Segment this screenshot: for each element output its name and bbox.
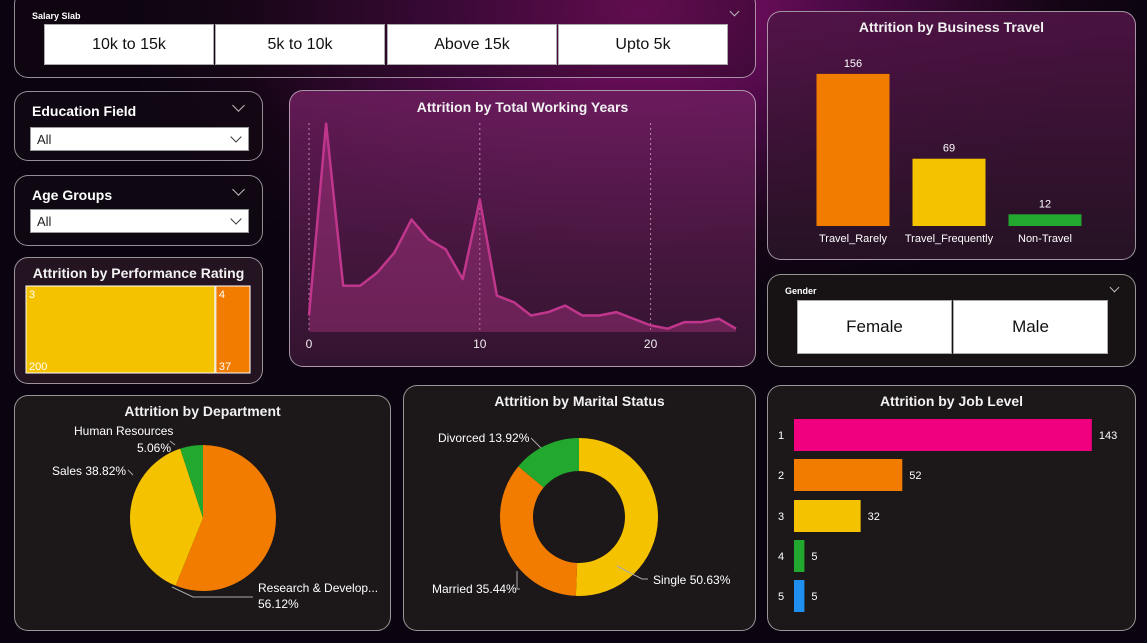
category-label: Travel_Frequently [905,233,994,245]
salary-slab-label: Salary Slab [32,11,81,21]
bar [794,540,805,572]
category-label: 2 [778,470,784,482]
gender-option-male[interactable]: Male [953,300,1108,354]
data-label: 69 [943,143,955,155]
leader-line [127,469,134,476]
data-label: 52 [909,470,921,482]
data-label: 5 [811,591,817,603]
bar [816,73,890,227]
department-card: Attrition by Department Research & Devel… [14,395,391,631]
age-groups-label: Age Groups [32,187,113,203]
category-label: 1 [778,430,784,442]
x-tick-label: 0 [306,337,313,351]
leader-line [530,437,542,449]
leader-line [516,571,520,590]
slice-label: Married 35.44% [432,582,517,596]
slice-label: 56.12% [258,597,299,611]
pie-slice [500,466,578,596]
age-groups-value: All [37,213,52,229]
bar [794,419,1092,451]
department-chart: Research & Develop... 56.12% Sales 38.82% H… [52,424,378,611]
performance-rating-card: Attrition by Performance Rating 3 200 4 37 [14,257,263,384]
performance-rating-title: Attrition by Performance Rating [32,265,245,281]
x-tick-label: 20 [644,337,658,351]
chevron-down-icon[interactable] [1109,282,1120,293]
bar [794,459,903,491]
slice-label: Single 50.63% [653,573,731,587]
category-label: Travel_Rarely [819,233,888,245]
marital-status-card: Attrition by Marital Status Single 50.63… [403,385,756,631]
gender-slicer: Gender Female Male [767,274,1136,367]
education-field-dropdown[interactable]: All [30,127,249,151]
gender-option-female[interactable]: Female [797,300,952,354]
data-label: 32 [868,511,880,523]
chevron-down-icon[interactable] [232,183,245,196]
education-field-slicer: Education Field All [14,91,263,161]
bar [912,158,986,226]
working-years-card: Attrition by Total Working Years 0 10 20 [289,90,756,367]
bar [794,580,805,612]
bar [1008,214,1082,226]
category-label: 3 [778,511,784,523]
chevron-down-icon [230,131,242,143]
category-label: 5 [778,591,784,603]
job-level-chart: 1 143 2 52 3 32 4 5 5 5 [778,419,1117,612]
chevron-down-icon[interactable] [729,6,740,17]
age-groups-slicer: Age Groups All [14,175,263,246]
value-label: 37 [219,361,231,373]
salary-option-5k-10k[interactable]: 5k to 10k [215,24,385,65]
slice-label: Sales 38.82% [52,464,126,478]
x-tick-label: 10 [473,337,487,351]
chevron-down-icon[interactable] [232,99,245,112]
salary-option-above-15k[interactable]: Above 15k [387,24,557,65]
chevron-down-icon [230,213,242,225]
data-label: 12 [1039,198,1051,210]
slice-label: 5.06% [137,441,171,455]
marital-status-chart: Single 50.63% Married 35.44% Divorced 13.9… [432,431,731,596]
slice-label: Divorced 13.92% [438,431,530,445]
salary-option-upto-5k[interactable]: Upto 5k [558,24,728,65]
bar [794,500,861,532]
business-travel-card: Attrition by Business Travel 156 Travel_R… [767,11,1136,260]
treemap-cell [25,285,216,374]
performance-rating-chart: 3 200 4 37 [25,285,251,374]
category-label: 4 [778,551,784,563]
data-label: 156 [844,58,862,70]
education-field-value: All [37,131,52,147]
education-field-label: Education Field [32,103,137,119]
category-label: 3 [29,289,35,301]
data-label: 143 [1099,430,1117,442]
business-travel-chart: 156 Travel_Rarely 69 Travel_Frequently 12 Non… [816,58,1082,245]
area-fill [309,123,736,332]
age-groups-dropdown[interactable]: All [30,209,249,233]
data-label: 5 [811,551,817,563]
slice-label: Human Resources [74,424,173,438]
value-label: 200 [29,361,47,373]
gender-label: Gender [785,286,817,296]
category-label: 4 [219,289,225,301]
working-years-chart: 0 10 20 [306,122,737,351]
pie-slice [575,438,658,596]
salary-option-10k-15k[interactable]: 10k to 15k [44,24,214,65]
slice-label: Research & Develop... [258,581,378,595]
salary-slab-slicer: Salary Slab 10k to 15k 5k to 10k Above 1… [14,0,756,78]
job-level-card: Attrition by Job Level 1 143 2 52 3 32 4 5 5 5 [767,385,1136,631]
category-label: Non-Travel [1018,233,1072,245]
